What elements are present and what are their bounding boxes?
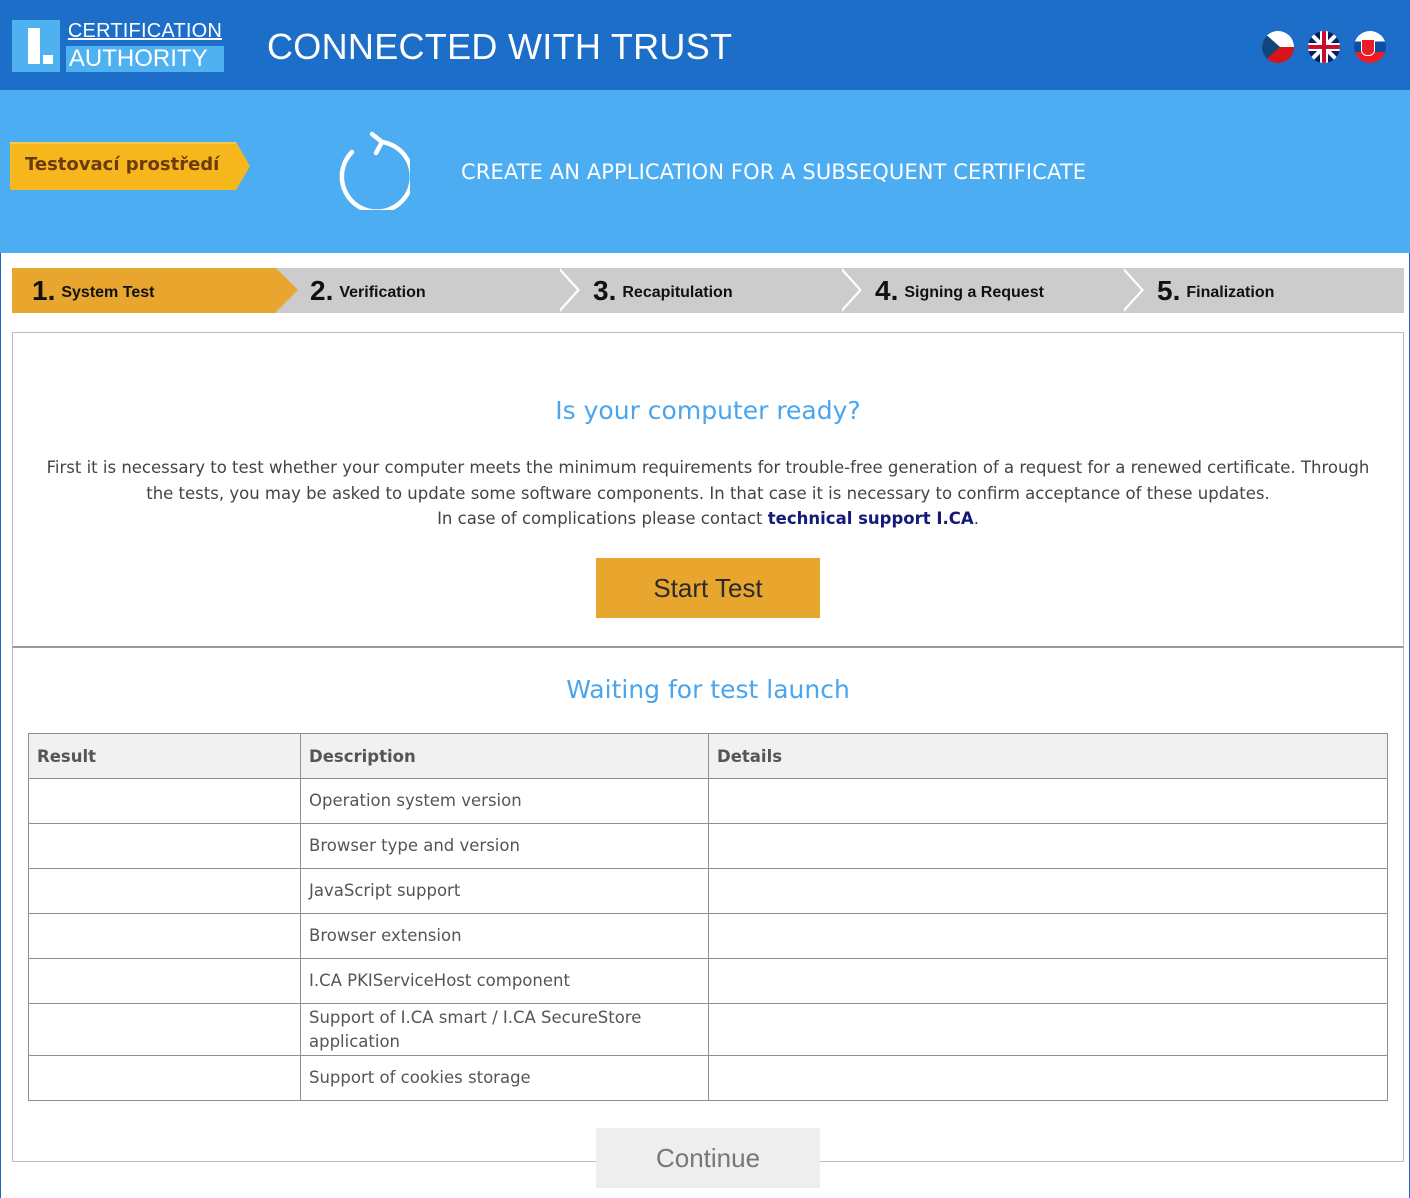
description-cell: Operation system version xyxy=(300,778,709,824)
uk-flag-icon[interactable] xyxy=(1308,31,1340,63)
logo-line2: AUTHORITY xyxy=(65,46,224,72)
ready-heading: Is your computer ready? xyxy=(555,396,861,425)
continue-button[interactable]: Continue xyxy=(596,1128,820,1188)
step-number: 3. xyxy=(593,274,617,306)
table-header-row: Result Description Details xyxy=(28,733,1388,779)
table-row: Browser extension xyxy=(28,913,1388,959)
column-header-details: Details xyxy=(708,733,1388,779)
test-results-table: Result Description Details Operation sys… xyxy=(28,733,1388,1101)
details-cell xyxy=(708,778,1388,824)
step-active-arrow xyxy=(276,268,298,312)
refresh-icon xyxy=(339,131,410,210)
intro-line3: In case of complications please contact … xyxy=(12,506,1404,532)
status-heading: Waiting for test launch xyxy=(566,675,850,704)
details-cell xyxy=(708,1003,1388,1056)
czech-flag-icon[interactable] xyxy=(1262,31,1294,63)
step-number: 4. xyxy=(875,274,899,306)
intro-line2: the tests, you may be asked to update so… xyxy=(146,483,1270,503)
step-label: Signing a Request xyxy=(904,283,1044,301)
step-verification: 2. Verification xyxy=(310,268,426,313)
table-row: Support of cookies storage xyxy=(28,1055,1388,1101)
result-cell xyxy=(28,1003,301,1056)
result-cell xyxy=(28,868,301,914)
step-label: Finalization xyxy=(1186,283,1275,301)
details-cell xyxy=(708,1055,1388,1101)
banner-title: CREATE AN APPLICATION FOR A SUBSEQUENT C… xyxy=(461,160,1087,184)
step-number: 1. xyxy=(32,274,56,306)
table-row: Operation system version xyxy=(28,778,1388,824)
intro-line3-prefix: In case of complications please contact xyxy=(437,509,768,528)
logo-line1: CERTIFICATION xyxy=(67,20,222,42)
intro-line1: First it is necessary to test whether yo… xyxy=(46,458,1370,477)
logo-mark-icon xyxy=(12,20,60,72)
result-cell xyxy=(28,778,301,824)
top-header: CERTIFICATION AUTHORITY CONNECTED WITH T… xyxy=(0,0,1410,90)
table-row: Support of I.CA smart / I.CA SecureStore… xyxy=(28,1003,1388,1056)
table-row: Browser type and version xyxy=(28,823,1388,869)
column-header-description: Description xyxy=(300,733,709,779)
result-cell xyxy=(28,913,301,959)
step-signing-request: 4. Signing a Request xyxy=(875,268,1044,313)
description-cell: I.CA PKIServiceHost component xyxy=(300,958,709,1004)
logo-text: CERTIFICATION AUTHORITY xyxy=(65,20,224,72)
step-recapitulation: 3. Recapitulation xyxy=(593,268,733,313)
environment-tag-label: Testovací prostředí xyxy=(25,154,220,175)
intro-text: First it is necessary to test whether yo… xyxy=(12,455,1404,532)
step-separator-fill xyxy=(557,268,577,312)
column-header-result: Result xyxy=(28,733,301,779)
step-number: 5. xyxy=(1157,274,1181,306)
step-number: 2. xyxy=(310,274,334,306)
ica-logo[interactable]: CERTIFICATION AUTHORITY xyxy=(12,20,224,72)
step-label: Verification xyxy=(339,283,426,301)
step-label: System Test xyxy=(61,283,155,301)
slogan: CONNECTED WITH TRUST xyxy=(267,26,733,67)
step-finalization: 5. Finalization xyxy=(1157,268,1274,313)
language-switcher xyxy=(1262,31,1386,63)
details-cell xyxy=(708,913,1388,959)
step-label: Recapitulation xyxy=(622,283,733,301)
step-separator-fill xyxy=(1121,268,1141,312)
start-test-button[interactable]: Start Test xyxy=(596,558,820,618)
description-cell: Browser extension xyxy=(300,913,709,959)
result-cell xyxy=(28,1055,301,1101)
technical-support-link[interactable]: technical support I.CA xyxy=(768,509,974,528)
details-cell xyxy=(708,958,1388,1004)
result-cell xyxy=(28,823,301,869)
description-cell: Support of I.CA smart / I.CA SecureStore… xyxy=(300,1003,709,1056)
slovak-flag-icon[interactable] xyxy=(1354,31,1386,63)
details-cell xyxy=(708,868,1388,914)
details-cell xyxy=(708,823,1388,869)
table-row: I.CA PKIServiceHost component xyxy=(28,958,1388,1004)
environment-tag: Testovací prostředí xyxy=(10,142,250,190)
description-cell: JavaScript support xyxy=(300,868,709,914)
description-cell: Browser type and version xyxy=(300,823,709,869)
step-separator-fill xyxy=(839,268,859,312)
intro-line3-suffix: . xyxy=(973,509,979,528)
table-row: JavaScript support xyxy=(28,868,1388,914)
result-cell xyxy=(28,958,301,1004)
step-system-test: 1. System Test xyxy=(32,268,154,313)
description-cell: Support of cookies storage xyxy=(300,1055,709,1101)
